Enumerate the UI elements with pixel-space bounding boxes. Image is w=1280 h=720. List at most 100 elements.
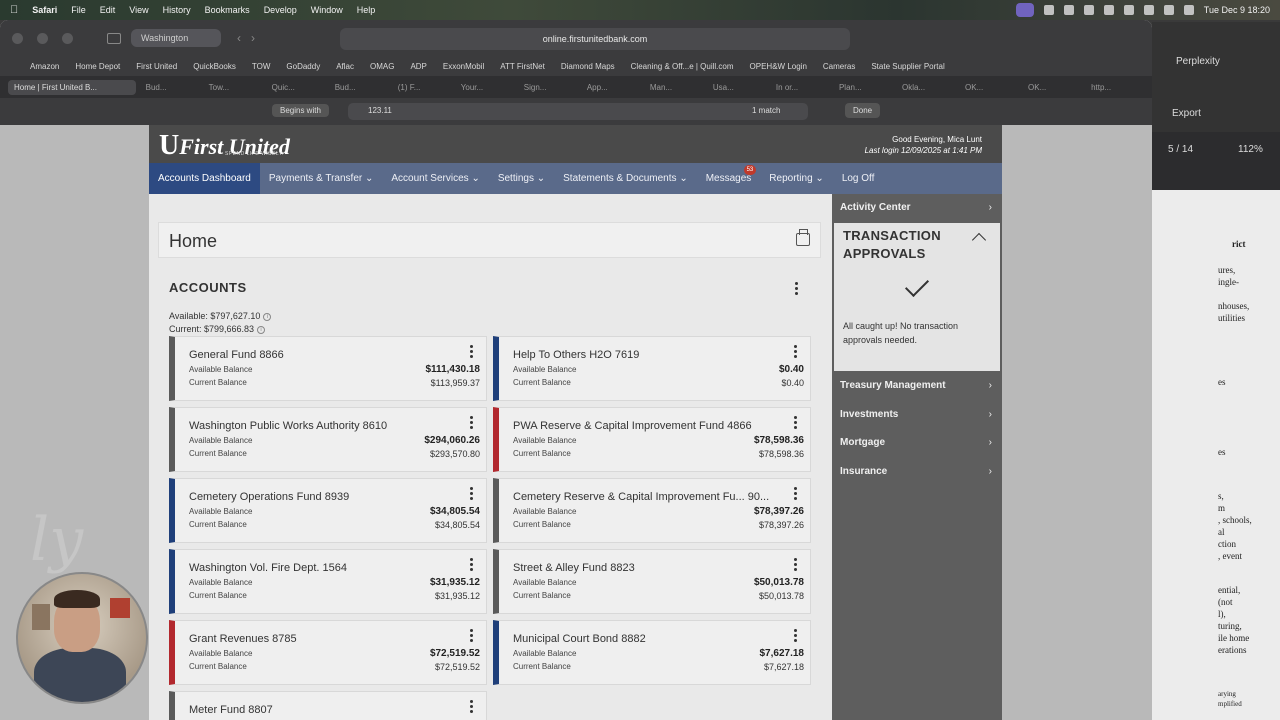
account-name[interactable]: Help To Others H2O 7619: [513, 349, 783, 361]
nav-account-services[interactable]: Account Services ⌄: [382, 163, 488, 194]
status-icon[interactable]: [1043, 5, 1054, 15]
browser-tab[interactable]: (1) F...: [392, 80, 451, 95]
favorite-link[interactable]: GoDaddy: [286, 62, 320, 71]
account-more-icon[interactable]: [470, 487, 474, 502]
browser-tab[interactable]: Tow...: [203, 80, 262, 95]
account-more-icon[interactable]: [470, 700, 474, 715]
nav-log-off[interactable]: Log Off: [833, 163, 884, 194]
investments-link[interactable]: Investments ›: [832, 401, 1002, 429]
screen-record-icon[interactable]: [1015, 3, 1034, 17]
nav-accounts-dashboard[interactable]: Accounts Dashboard: [149, 163, 260, 194]
find-input[interactable]: 123.11: [348, 103, 808, 120]
print-icon[interactable]: [796, 229, 810, 246]
favorite-link[interactable]: QuickBooks: [193, 62, 236, 71]
mortgage-link[interactable]: Mortgage ›: [832, 429, 1002, 457]
account-name[interactable]: PWA Reserve & Capital Improvement Fund 4…: [513, 420, 783, 432]
account-name[interactable]: Meter Fund 8807: [189, 704, 459, 716]
account-name[interactable]: Municipal Court Bond 8882: [513, 633, 783, 645]
menu-develop[interactable]: Develop: [264, 5, 297, 15]
favorite-link[interactable]: OMAG: [370, 62, 394, 71]
favorite-link[interactable]: OPEH&W Login: [750, 62, 807, 71]
back-icon[interactable]: ‹: [237, 31, 241, 45]
favorite-link[interactable]: TOW: [252, 62, 271, 71]
nav-payments-transfer[interactable]: Payments & Transfer ⌄: [260, 163, 383, 194]
account-name[interactable]: Cemetery Reserve & Capital Improvement F…: [513, 491, 783, 503]
menu-file[interactable]: File: [71, 5, 86, 15]
account-more-icon[interactable]: [794, 629, 798, 644]
account-card[interactable]: Grant Revenues 8785 Available Balance Curr…: [169, 620, 487, 685]
forward-icon[interactable]: ›: [251, 31, 255, 45]
status-icon[interactable]: [1123, 5, 1134, 15]
account-name[interactable]: Washington Public Works Authority 8610: [189, 420, 459, 432]
browser-tab[interactable]: Man...: [644, 80, 703, 95]
info-icon[interactable]: i: [257, 325, 266, 334]
favorite-link[interactable]: State Supplier Portal: [871, 62, 944, 71]
account-more-icon[interactable]: [794, 416, 798, 431]
nav-settings[interactable]: Settings ⌄: [489, 163, 554, 194]
treasury-management-link[interactable]: Treasury Management ›: [832, 372, 1002, 400]
insurance-link[interactable]: Insurance ›: [832, 458, 1002, 486]
account-card[interactable]: PWA Reserve & Capital Improvement Fund 4…: [493, 407, 811, 472]
account-card[interactable]: Street & Alley Fund 8823 Available Balanc…: [493, 549, 811, 614]
wifi-icon[interactable]: [1163, 5, 1174, 15]
find-mode-select[interactable]: Begins with: [272, 104, 329, 117]
accounts-more-icon[interactable]: [795, 282, 799, 297]
favorite-link[interactable]: ADP: [410, 62, 426, 71]
account-card[interactable]: Meter Fund 8807Available BalanceCurrent …: [169, 691, 487, 720]
account-more-icon[interactable]: [470, 345, 474, 360]
menu-bookmarks[interactable]: Bookmarks: [205, 5, 250, 15]
menu-view[interactable]: View: [129, 5, 148, 15]
account-card[interactable]: Help To Others H2O 7619 Available Balance…: [493, 336, 811, 401]
menu-edit[interactable]: Edit: [100, 5, 116, 15]
tab-first-united[interactable]: Home | First United B...: [8, 79, 136, 95]
account-more-icon[interactable]: [470, 416, 474, 431]
status-icon[interactable]: [1083, 5, 1094, 15]
minimize-window-button[interactable]: [37, 32, 48, 44]
browser-tab[interactable]: Bud...: [140, 80, 199, 95]
menu-app-name[interactable]: Safari: [32, 5, 57, 15]
favorite-link[interactable]: Home Depot: [75, 62, 120, 71]
account-card[interactable]: Cemetery Reserve & Capital Improvement F…: [493, 478, 811, 543]
account-card[interactable]: Cemetery Operations Fund 8939 Available B…: [169, 478, 487, 543]
browser-tab[interactable]: Your...: [455, 80, 514, 95]
nav-messages[interactable]: Messages 53: [697, 163, 761, 194]
browser-tab[interactable]: OK...: [1022, 80, 1081, 95]
menu-history[interactable]: History: [163, 5, 191, 15]
browser-tab[interactable]: Quic...: [266, 80, 325, 95]
status-icon[interactable]: [1103, 5, 1114, 15]
favorite-link[interactable]: Diamond Maps: [561, 62, 615, 71]
favorite-link[interactable]: Aflac: [336, 62, 354, 71]
favorite-link[interactable]: ATT FirstNet: [500, 62, 545, 71]
browser-tab[interactable]: App...: [581, 80, 640, 95]
nav-reporting[interactable]: Reporting ⌄: [760, 163, 833, 194]
account-more-icon[interactable]: [794, 487, 798, 502]
export-button[interactable]: Export: [1172, 108, 1201, 119]
browser-tab[interactable]: Usa...: [707, 80, 766, 95]
menu-clock[interactable]: Tue Dec 9 18:20: [1204, 5, 1270, 15]
favorite-link[interactable]: First United: [136, 62, 177, 71]
close-window-button[interactable]: [12, 32, 23, 44]
account-name[interactable]: Grant Revenues 8785: [189, 633, 459, 645]
address-bar[interactable]: online.firstunitedbank.com: [340, 28, 850, 50]
nav-statements-documents[interactable]: Statements & Documents ⌄: [554, 163, 697, 194]
first-united-logo[interactable]: UFirst United: [159, 130, 290, 162]
browser-tab[interactable]: Plan...: [833, 80, 892, 95]
browser-tab[interactable]: Okla...: [896, 80, 955, 95]
account-more-icon[interactable]: [470, 629, 474, 644]
account-more-icon[interactable]: [794, 345, 798, 360]
menu-help[interactable]: Help: [357, 5, 376, 15]
info-icon[interactable]: i: [263, 312, 272, 321]
account-more-icon[interactable]: [794, 558, 798, 573]
account-name[interactable]: General Fund 8866: [189, 349, 459, 361]
browser-tab[interactable]: In or...: [770, 80, 829, 95]
favorite-link[interactable]: Cameras: [823, 62, 855, 71]
account-card[interactable]: Washington Public Works Authority 8610 Av…: [169, 407, 487, 472]
account-card[interactable]: Washington Vol. Fire Dept. 1564 Available…: [169, 549, 487, 614]
zoom-level[interactable]: 112%: [1238, 144, 1263, 155]
favorite-link[interactable]: ExxonMobil: [443, 62, 484, 71]
browser-tab[interactable]: Sign...: [518, 80, 577, 95]
chevron-up-icon[interactable]: [971, 232, 987, 248]
account-card[interactable]: General Fund 8866 Available Balance Curren…: [169, 336, 487, 401]
apple-icon[interactable]: : [10, 4, 18, 16]
favorite-link[interactable]: Amazon: [30, 62, 59, 71]
